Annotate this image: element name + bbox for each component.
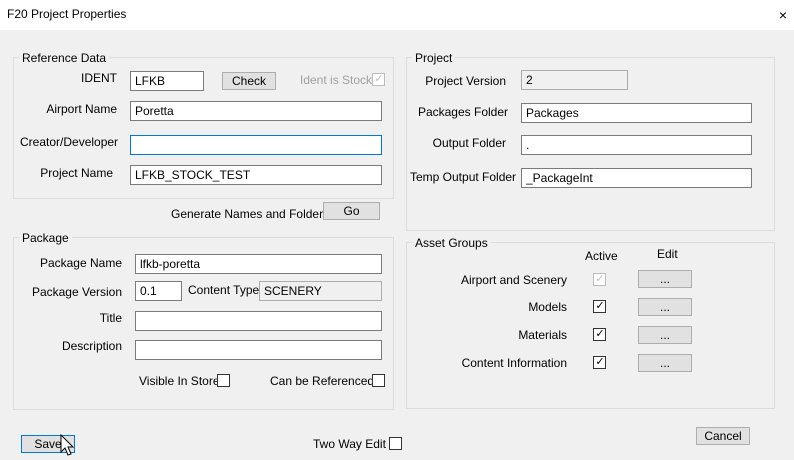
content-type-field xyxy=(259,281,382,301)
visible-in-store-checkbox[interactable] xyxy=(217,374,230,387)
content-type-label: Content Type xyxy=(188,283,260,297)
go-button[interactable]: Go xyxy=(323,202,380,220)
asset-group-check-icon: ✓ xyxy=(595,356,605,368)
can-be-referenced-label: Can be Referenced xyxy=(270,374,375,388)
package-version-input[interactable] xyxy=(135,281,182,301)
generate-names-label: Generate Names and Folders xyxy=(171,207,330,221)
description-input[interactable] xyxy=(135,340,382,360)
two-way-edit-checkbox[interactable] xyxy=(389,437,402,450)
asset-group-edit-button[interactable]: ... xyxy=(638,354,692,372)
ident-input[interactable] xyxy=(130,71,204,91)
ident-is-stock-label: Ident is Stock xyxy=(300,73,373,87)
asset-group-active-checkbox[interactable]: ✓ xyxy=(593,356,606,369)
asset-group-label: Materials xyxy=(518,328,567,342)
asset-group-active-checkbox[interactable]: ✓ xyxy=(593,300,606,313)
check-button[interactable]: Check xyxy=(222,72,276,90)
asset-group-edit-button[interactable]: ... xyxy=(638,298,692,316)
airport-name-label: Airport Name xyxy=(46,102,117,116)
creator-developer-label: Creator/Developer xyxy=(20,135,119,149)
mouse-cursor-icon xyxy=(60,434,75,456)
edit-column-header: Edit xyxy=(657,247,678,261)
package-legend: Package xyxy=(19,231,72,245)
project-name-label: Project Name xyxy=(40,166,113,180)
package-name-input[interactable] xyxy=(135,254,382,274)
visible-in-store-label: Visible In Store xyxy=(139,374,220,388)
asset-group-check-icon: ✓ xyxy=(595,273,605,285)
reference-data-legend: Reference Data xyxy=(19,51,110,65)
asset-group-check-icon: ✓ xyxy=(595,300,605,312)
title-label: Title xyxy=(99,311,122,325)
title-input[interactable] xyxy=(135,311,382,331)
output-folder-label: Output Folder xyxy=(432,136,506,150)
packages-folder-label: Packages Folder xyxy=(417,105,508,119)
active-column-header: Active xyxy=(585,249,618,263)
asset-group-edit-button[interactable]: ... xyxy=(638,326,692,344)
project-name-input[interactable] xyxy=(130,165,382,185)
asset-group-label: Models xyxy=(528,300,567,314)
packages-folder-input[interactable] xyxy=(521,103,752,123)
project-version-field xyxy=(521,70,628,90)
can-be-referenced-checkbox[interactable] xyxy=(372,374,385,387)
asset-groups-group xyxy=(406,242,775,409)
description-label: Description xyxy=(61,339,122,353)
ident-is-stock-check-icon: ✓ xyxy=(374,73,384,85)
package-version-label: Package Version xyxy=(31,285,122,299)
asset-group-label: Content Information xyxy=(461,356,567,370)
project-legend: Project xyxy=(412,51,456,65)
package-name-label: Package Name xyxy=(39,256,122,270)
output-folder-input[interactable] xyxy=(521,135,752,155)
asset-group-active-checkbox[interactable]: ✓ xyxy=(593,328,606,341)
ident-is-stock-checkbox: ✓ xyxy=(372,73,385,86)
temp-output-folder-label: Temp Output Folder xyxy=(410,170,517,184)
asset-group-edit-button[interactable]: ... xyxy=(638,270,692,288)
project-version-label: Project Version xyxy=(425,74,506,88)
asset-group-active-checkbox: ✓ xyxy=(593,273,606,286)
asset-groups-legend: Asset Groups xyxy=(412,236,491,250)
asset-group-check-icon: ✓ xyxy=(595,328,605,340)
asset-group-label: Airport and Scenery xyxy=(460,273,567,287)
window-title: F20 Project Properties xyxy=(7,7,127,21)
airport-name-input[interactable] xyxy=(130,101,382,121)
close-icon[interactable]: × xyxy=(774,5,792,25)
ident-label: IDENT xyxy=(81,71,117,85)
creator-developer-input[interactable] xyxy=(130,135,382,155)
temp-output-folder-input[interactable] xyxy=(521,168,752,188)
two-way-edit-label: Two Way Edit xyxy=(313,437,386,451)
cancel-button[interactable]: Cancel xyxy=(696,427,750,445)
